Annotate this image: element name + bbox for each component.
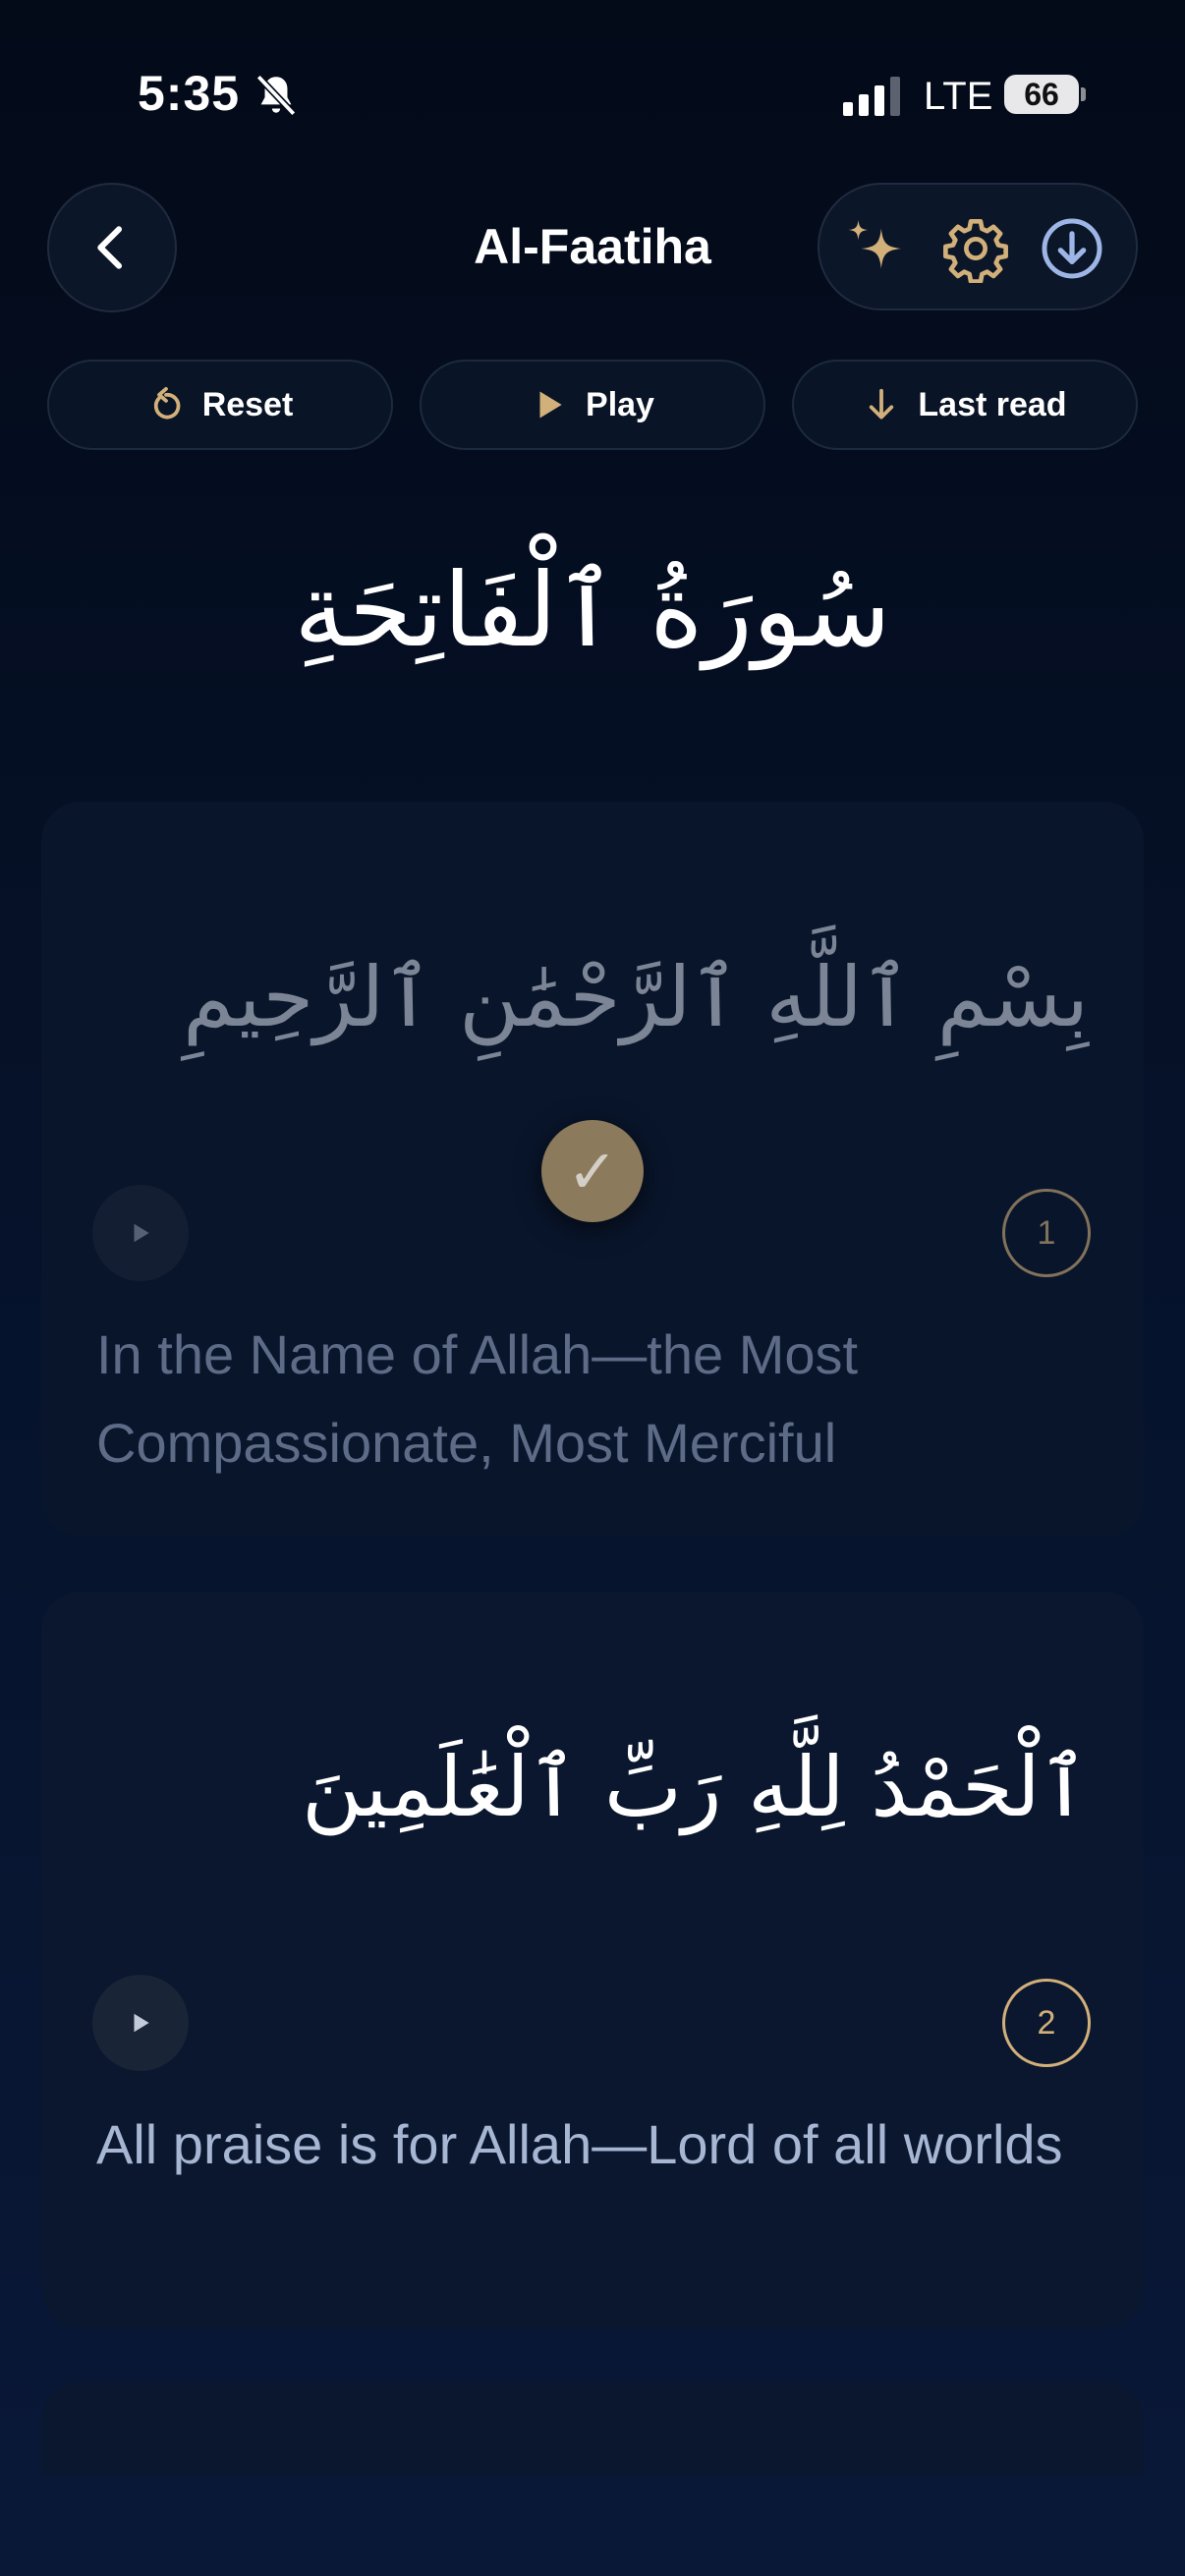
verse-number-badge: 1 <box>1002 1189 1091 1277</box>
verse-play-button[interactable] <box>92 1975 189 2071</box>
sparkles-icon[interactable] <box>841 214 910 283</box>
bell-off-icon <box>255 74 297 117</box>
play-icon <box>539 391 562 419</box>
bottom-bar-background <box>0 2476 1185 2576</box>
cellular-signal-icon <box>843 77 900 116</box>
page-title: Al-Faatiha <box>474 219 711 274</box>
status-time: 5:35 <box>138 66 241 121</box>
verse-card-2[interactable]: ٱلْحَمْدُ لِلَّهِ رَبِّ ٱلْعَٰلَمِينَ 2 … <box>41 1592 1144 2328</box>
reset-icon <box>153 386 181 420</box>
network-type: LTE <box>924 75 993 118</box>
last-read-label: Last read <box>918 385 1067 423</box>
play-label: Play <box>586 385 654 423</box>
surah-arabic-name: سُورَةُ ٱلْفَاتِحَةِ <box>294 550 891 670</box>
play-icon <box>134 2013 149 2033</box>
play-icon <box>134 1223 149 1243</box>
battery-cap <box>1081 87 1086 101</box>
verse-translation: All praise is for Allah—Lord of all worl… <box>96 2113 1063 2175</box>
header-actions <box>818 183 1138 310</box>
back-button[interactable] <box>47 183 177 312</box>
app-screen: 5:35 LTE 66 Al-Faatiha Reset Play Last r… <box>0 0 1185 2576</box>
download-icon[interactable] <box>1038 214 1106 283</box>
verse-arabic-text: ٱلْحَمْدُ لِلَّهِ رَبِّ ٱلْعَٰلَمِينَ <box>302 1739 1089 1835</box>
verse-arabic-text: بِسْمِ ٱللَّهِ ٱلرَّحْمَٰنِ ٱلرَّحِيمِ <box>183 949 1089 1045</box>
gear-icon[interactable] <box>941 214 1010 283</box>
checkmark-icon: ✓ <box>567 1138 618 1206</box>
verse-translation: In the Name of Allah—the Most Compassion… <box>96 1323 859 1474</box>
read-check-badge[interactable]: ✓ <box>541 1120 644 1222</box>
verse-number-badge: 2 <box>1002 1979 1091 2067</box>
back-chevron-icon <box>97 226 123 269</box>
last-read-button[interactable]: Last read <box>792 360 1138 450</box>
verse-play-button[interactable] <box>92 1185 189 1281</box>
arrow-down-icon <box>870 388 894 420</box>
play-button[interactable]: Play <box>420 360 765 450</box>
battery-indicator: 66 <box>1004 75 1079 114</box>
reset-label: Reset <box>201 385 294 423</box>
reset-button[interactable]: Reset <box>47 360 393 450</box>
